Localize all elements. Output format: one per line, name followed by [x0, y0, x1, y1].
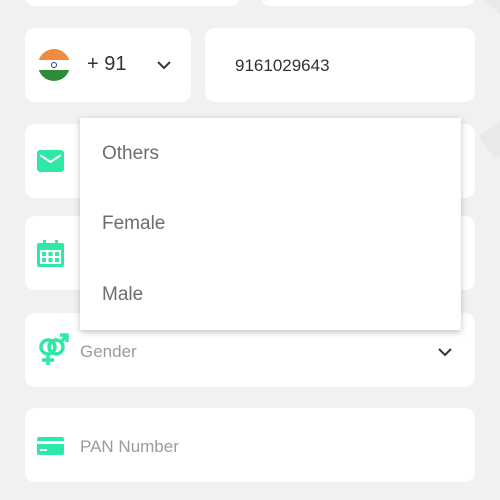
india-flag-icon — [38, 49, 70, 81]
chevron-down-icon[interactable] — [437, 344, 453, 365]
gender-dropdown-menu: Others Female Male — [80, 118, 461, 330]
chevron-down-icon[interactable] — [156, 57, 172, 78]
pan-placeholder: PAN Number — [80, 437, 179, 456]
gender-placeholder: Gender — [80, 342, 137, 361]
dropdown-option-others[interactable]: Others — [102, 143, 159, 165]
credit-card-icon — [37, 437, 64, 460]
pan-number-field[interactable]: PAN Number — [25, 408, 475, 482]
gender-icon — [37, 333, 69, 372]
dropdown-option-male[interactable]: Male — [102, 284, 143, 306]
mail-icon — [37, 150, 64, 177]
calendar-icon — [37, 240, 64, 272]
top-right-field[interactable] — [260, 0, 475, 6]
dropdown-option-female[interactable]: Female — [102, 213, 165, 235]
top-left-field[interactable] — [25, 0, 240, 6]
phone-number-field[interactable]: 9161029643 — [205, 28, 475, 102]
phone-number-value: 9161029643 — [235, 56, 330, 75]
country-code-selector[interactable]: + 91 — [25, 28, 191, 102]
country-code-value: + 91 — [87, 53, 127, 75]
